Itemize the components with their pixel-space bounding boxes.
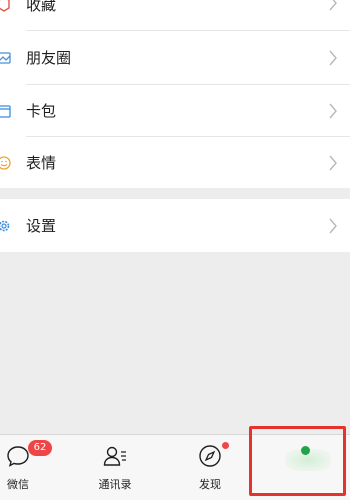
- chevron-right-icon: [329, 50, 337, 65]
- menu-row-card-wallet[interactable]: 卡包: [0, 84, 350, 137]
- tab-contacts[interactable]: 通讯录: [75, 435, 155, 500]
- settings-gear-icon: [0, 220, 10, 231]
- menu-group-1: 收藏 朋友圈 卡包 表情: [0, 0, 350, 188]
- menu-label-card-wallet: 卡包: [26, 102, 57, 120]
- tab-discover[interactable]: 发现: [170, 435, 250, 500]
- menu-row-moments[interactable]: 朋友圈: [0, 31, 350, 84]
- stickers-icon: [0, 155, 11, 170]
- new-content-dot: [222, 442, 229, 449]
- moments-icon: [0, 51, 11, 64]
- menu-label-moments: 朋友圈: [26, 49, 72, 67]
- menu-row-favorites[interactable]: 收藏: [0, 0, 350, 26]
- card-wallet-icon: [0, 104, 11, 118]
- compass-icon: [199, 445, 221, 467]
- tab-label-discover: 发现: [199, 478, 221, 491]
- contacts-icon: [103, 446, 126, 466]
- tab-label-chats: 微信: [7, 478, 29, 491]
- tab-me-highlight-box: [249, 426, 346, 496]
- menu-label-favorites: 收藏: [26, 0, 57, 14]
- menu-row-stickers[interactable]: 表情: [0, 136, 350, 189]
- chevron-right-icon: [329, 103, 337, 118]
- menu-label-settings: 设置: [26, 217, 57, 235]
- chevron-right-icon: [329, 155, 337, 170]
- chevron-right-icon: [329, 0, 337, 11]
- tab-label-contacts: 通讯录: [98, 478, 132, 491]
- chevron-right-icon: [329, 218, 337, 233]
- unread-badge: 62: [28, 440, 52, 456]
- favorites-icon: [0, 0, 10, 12]
- tab-chats[interactable]: 62 微信: [0, 435, 58, 500]
- menu-row-settings[interactable]: 设置: [0, 199, 350, 252]
- me-page-screen: 收藏 朋友圈 卡包 表情 设置 62 微信 通讯录 发现: [0, 0, 350, 500]
- menu-label-stickers: 表情: [26, 154, 57, 172]
- menu-group-2: 设置: [0, 199, 350, 252]
